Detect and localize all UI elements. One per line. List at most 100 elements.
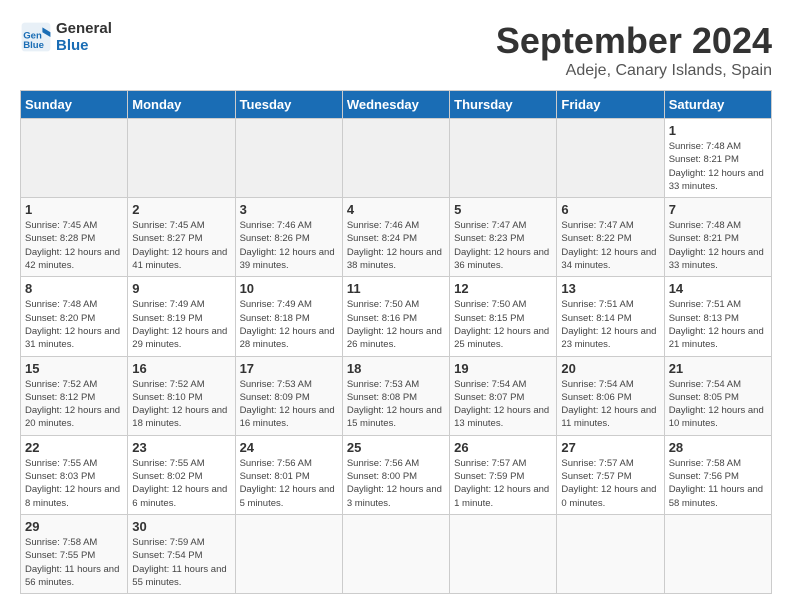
day-info: Sunrise: 7:56 AMSunset: 8:00 PMDaylight:… (347, 457, 445, 510)
day-info: Sunrise: 7:54 AMSunset: 8:07 PMDaylight:… (454, 378, 552, 431)
header-wednesday: Wednesday (342, 91, 449, 119)
location-subtitle: Adeje, Canary Islands, Spain (496, 62, 772, 80)
day-info: Sunrise: 7:54 AMSunset: 8:05 PMDaylight:… (669, 378, 767, 431)
day-info: Sunrise: 7:48 AMSunset: 8:21 PMDaylight:… (669, 219, 767, 272)
day-info: Sunrise: 7:45 AMSunset: 8:27 PMDaylight:… (132, 219, 230, 272)
day-info: Sunrise: 7:50 AMSunset: 8:15 PMDaylight:… (454, 298, 552, 351)
day-info: Sunrise: 7:58 AMSunset: 7:55 PMDaylight:… (25, 536, 123, 589)
day-number: 8 (25, 281, 123, 296)
day-info: Sunrise: 7:55 AMSunset: 8:02 PMDaylight:… (132, 457, 230, 510)
day-info: Sunrise: 7:58 AMSunset: 7:56 PMDaylight:… (669, 457, 767, 510)
calendar-cell: 29 Sunrise: 7:58 AMSunset: 7:55 PMDayligh… (21, 514, 128, 593)
day-info: Sunrise: 7:52 AMSunset: 8:10 PMDaylight:… (132, 378, 230, 431)
day-number: 25 (347, 440, 445, 455)
calendar-cell (557, 119, 664, 198)
day-info: Sunrise: 7:57 AMSunset: 7:57 PMDaylight:… (561, 457, 659, 510)
day-info: Sunrise: 7:46 AMSunset: 8:24 PMDaylight:… (347, 219, 445, 272)
page-header: Gen Blue General Blue September 2024 Ade… (20, 20, 772, 80)
day-info: Sunrise: 7:49 AMSunset: 8:18 PMDaylight:… (240, 298, 338, 351)
calendar-cell: 27 Sunrise: 7:57 AMSunset: 7:57 PMDayligh… (557, 435, 664, 514)
day-number: 16 (132, 361, 230, 376)
day-number: 24 (240, 440, 338, 455)
calendar-cell: 2 Sunrise: 7:45 AMSunset: 8:27 PMDaylight… (128, 198, 235, 277)
calendar-cell (21, 119, 128, 198)
calendar-header-row: SundayMondayTuesdayWednesdayThursdayFrid… (21, 91, 772, 119)
day-info: Sunrise: 7:48 AMSunset: 8:21 PMDaylight:… (669, 140, 767, 193)
calendar-cell (450, 514, 557, 593)
calendar-cell: 10 Sunrise: 7:49 AMSunset: 8:18 PMDayligh… (235, 277, 342, 356)
calendar-cell: 1 Sunrise: 7:45 AMSunset: 8:28 PMDaylight… (21, 198, 128, 277)
day-number: 30 (132, 519, 230, 534)
header-sunday: Sunday (21, 91, 128, 119)
day-info: Sunrise: 7:46 AMSunset: 8:26 PMDaylight:… (240, 219, 338, 272)
day-number: 26 (454, 440, 552, 455)
header-friday: Friday (557, 91, 664, 119)
calendar-cell: 14Sunrise: 7:51 AMSunset: 8:13 PMDayligh… (664, 277, 771, 356)
day-info: Sunrise: 7:53 AMSunset: 8:08 PMDaylight:… (347, 378, 445, 431)
day-info: Sunrise: 7:51 AMSunset: 8:14 PMDaylight:… (561, 298, 659, 351)
day-info: Sunrise: 7:55 AMSunset: 8:03 PMDaylight:… (25, 457, 123, 510)
calendar-cell: 20 Sunrise: 7:54 AMSunset: 8:06 PMDayligh… (557, 356, 664, 435)
calendar-cell: 6 Sunrise: 7:47 AMSunset: 8:22 PMDaylight… (557, 198, 664, 277)
calendar-cell: 11Sunrise: 7:50 AMSunset: 8:16 PMDayligh… (342, 277, 449, 356)
day-number: 12 (454, 281, 552, 296)
calendar-cell (450, 119, 557, 198)
day-info: Sunrise: 7:49 AMSunset: 8:19 PMDaylight:… (132, 298, 230, 351)
calendar-cell (235, 514, 342, 593)
calendar-cell: 18 Sunrise: 7:53 AMSunset: 8:08 PMDayligh… (342, 356, 449, 435)
calendar-week-0: 1 Sunrise: 7:48 AMSunset: 8:21 PMDaylight… (21, 119, 772, 198)
calendar-week-2: 8Sunrise: 7:48 AMSunset: 8:20 PMDaylight… (21, 277, 772, 356)
header-monday: Monday (128, 91, 235, 119)
calendar-cell (557, 514, 664, 593)
calendar-cell: 25 Sunrise: 7:56 AMSunset: 8:00 PMDayligh… (342, 435, 449, 514)
day-number: 18 (347, 361, 445, 376)
calendar-cell (342, 514, 449, 593)
day-number: 21 (669, 361, 767, 376)
calendar-cell (235, 119, 342, 198)
calendar-cell: 24Sunrise: 7:56 AMSunset: 8:01 PMDayligh… (235, 435, 342, 514)
logo-line2: Blue (56, 37, 112, 54)
calendar-cell: 17Sunrise: 7:53 AMSunset: 8:09 PMDayligh… (235, 356, 342, 435)
calendar-cell: 19Sunrise: 7:54 AMSunset: 8:07 PMDayligh… (450, 356, 557, 435)
calendar-cell: 23Sunrise: 7:55 AMSunset: 8:02 PMDayligh… (128, 435, 235, 514)
calendar-cell: 13Sunrise: 7:51 AMSunset: 8:14 PMDayligh… (557, 277, 664, 356)
calendar-cell: 21 Sunrise: 7:54 AMSunset: 8:05 PMDayligh… (664, 356, 771, 435)
logo-line1: General (56, 20, 112, 37)
day-info: Sunrise: 7:54 AMSunset: 8:06 PMDaylight:… (561, 378, 659, 431)
calendar-cell (342, 119, 449, 198)
calendar-cell (128, 119, 235, 198)
day-number: 10 (240, 281, 338, 296)
day-number: 6 (561, 202, 659, 217)
calendar-cell: 8Sunrise: 7:48 AMSunset: 8:20 PMDaylight… (21, 277, 128, 356)
calendar-cell (664, 514, 771, 593)
calendar-cell: 1 Sunrise: 7:48 AMSunset: 8:21 PMDaylight… (664, 119, 771, 198)
day-number: 2 (132, 202, 230, 217)
header-tuesday: Tuesday (235, 91, 342, 119)
calendar-cell: 15Sunrise: 7:52 AMSunset: 8:12 PMDayligh… (21, 356, 128, 435)
day-number: 9 (132, 281, 230, 296)
day-info: Sunrise: 7:53 AMSunset: 8:09 PMDaylight:… (240, 378, 338, 431)
calendar-cell: 4Sunrise: 7:46 AMSunset: 8:24 PMDaylight… (342, 198, 449, 277)
day-info: Sunrise: 7:59 AMSunset: 7:54 PMDaylight:… (132, 536, 230, 589)
day-number: 5 (454, 202, 552, 217)
day-number: 27 (561, 440, 659, 455)
header-thursday: Thursday (450, 91, 557, 119)
day-number: 20 (561, 361, 659, 376)
day-number: 22 (25, 440, 123, 455)
calendar-cell: 26Sunrise: 7:57 AMSunset: 7:59 PMDayligh… (450, 435, 557, 514)
day-number: 11 (347, 281, 445, 296)
month-title: September 2024 (496, 20, 772, 62)
day-info: Sunrise: 7:47 AMSunset: 8:22 PMDaylight:… (561, 219, 659, 272)
calendar-table: SundayMondayTuesdayWednesdayThursdayFrid… (20, 90, 772, 594)
calendar-cell: 22 Sunrise: 7:55 AMSunset: 8:03 PMDayligh… (21, 435, 128, 514)
day-number: 1 (25, 202, 123, 217)
day-info: Sunrise: 7:45 AMSunset: 8:28 PMDaylight:… (25, 219, 123, 272)
calendar-cell: 28Sunrise: 7:58 AMSunset: 7:56 PMDayligh… (664, 435, 771, 514)
calendar-cell: 7Sunrise: 7:48 AMSunset: 8:21 PMDaylight… (664, 198, 771, 277)
calendar-cell: 3Sunrise: 7:46 AMSunset: 8:26 PMDaylight… (235, 198, 342, 277)
day-number: 1 (669, 123, 767, 138)
day-info: Sunrise: 7:52 AMSunset: 8:12 PMDaylight:… (25, 378, 123, 431)
calendar-cell: 12 Sunrise: 7:50 AMSunset: 8:15 PMDayligh… (450, 277, 557, 356)
day-number: 29 (25, 519, 123, 534)
calendar-week-1: 1 Sunrise: 7:45 AMSunset: 8:28 PMDaylight… (21, 198, 772, 277)
